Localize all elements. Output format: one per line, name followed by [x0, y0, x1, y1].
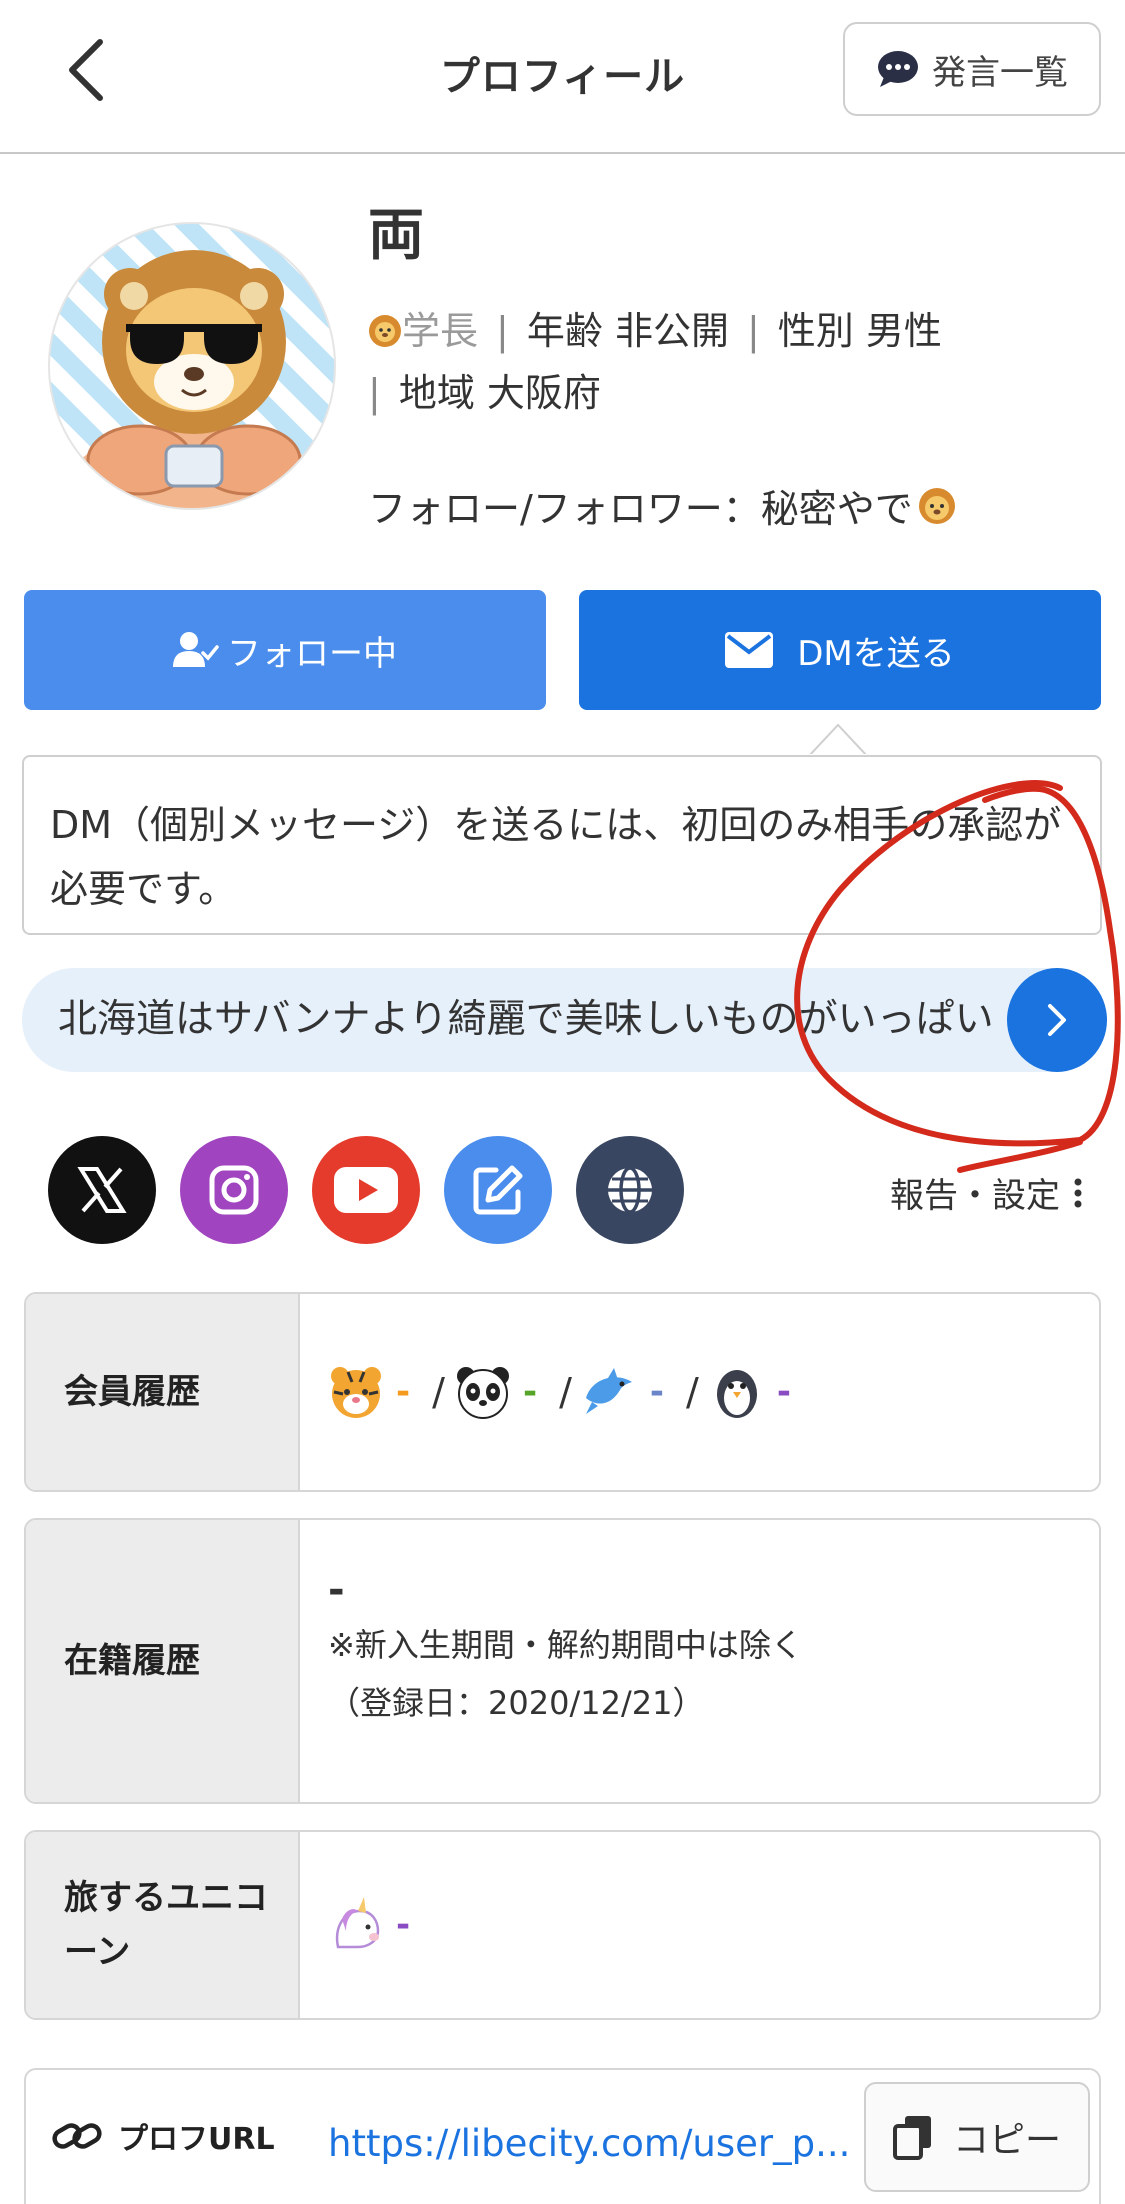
more-vertical-icon: [1074, 1178, 1082, 1207]
posts-list-button[interactable]: 発言一覧: [843, 22, 1101, 116]
user-name: 両: [368, 203, 424, 268]
profile-url-label-group: プロフURL: [52, 2114, 275, 2158]
profile-url-label: プロフURL: [118, 2122, 275, 2157]
membership-history-row: 会員履歴 - / - / - / -: [24, 1292, 1101, 1492]
enrollment-history-value: - ※新入生期間・解約期間中は除く （登録日：2020/12/21）: [300, 1520, 1099, 1802]
dolphin-icon: [585, 1368, 632, 1414]
profile-url-row: プロフURL https://libecity.com/user_p... コピ…: [24, 2068, 1101, 2204]
chevron-left-icon: [69, 39, 103, 101]
report-settings-button[interactable]: 報告・設定: [890, 1168, 1082, 1217]
follow-info: フォロー/フォロワー：秘密やで: [368, 478, 957, 533]
traveling-unicorn-dash: -: [396, 1905, 411, 1945]
avatar[interactable]: [48, 222, 336, 510]
traveling-unicorn-value: -: [300, 1832, 1099, 2018]
region-label: 地域: [398, 371, 475, 415]
note-link[interactable]: [444, 1136, 552, 1244]
membership-history-label: 会員履歴: [26, 1294, 300, 1490]
enrollment-history-row: 在籍履歴 - ※新入生期間・解約期間中は除く （登録日：2020/12/21）: [24, 1518, 1101, 1804]
instagram-icon: [209, 1165, 259, 1215]
instagram-link[interactable]: [180, 1136, 288, 1244]
report-settings-label: 報告・設定: [890, 1176, 1060, 1216]
posts-button-label: 発言一覧: [932, 52, 1068, 93]
globe-icon: [608, 1166, 652, 1214]
dm-button-label: DMを送る: [797, 633, 955, 674]
age-label: 年齢: [526, 309, 603, 353]
gender-value: 男性: [865, 309, 942, 353]
follow-button-label: フォロー中: [227, 633, 397, 674]
lion-avatar-icon: [68, 250, 320, 508]
region-value: 大阪府: [486, 371, 601, 415]
enrollment-history-dash: -: [328, 1567, 345, 1613]
membership-item-3: -: [649, 1372, 664, 1412]
app-header: プロフィール 発言一覧: [0, 0, 1125, 154]
copy-icon: [892, 2116, 931, 2160]
lion-emoji-icon: [918, 487, 955, 524]
red-circle-annotation: [794, 780, 1121, 1173]
unicorn-icon: [335, 1897, 380, 1949]
copy-url-button[interactable]: コピー: [864, 2082, 1090, 2192]
membership-item-1: -: [396, 1372, 411, 1412]
x-icon: [77, 1167, 127, 1213]
lion-badge-icon: [369, 315, 401, 347]
copy-button-label: コピー: [952, 2120, 1061, 2161]
edit-note-icon: [473, 1165, 523, 1215]
membership-item-2: -: [522, 1372, 538, 1412]
follow-button[interactable]: フォロー中: [24, 590, 546, 710]
tooltip-pointer: [808, 723, 868, 757]
link-icon: [52, 2123, 102, 2149]
rank-label: 学長: [402, 309, 479, 353]
registration-date: （登録日：2020/12/21）: [328, 1684, 705, 1722]
follow-info-text: フォロー/フォロワー：秘密やで: [368, 487, 913, 531]
tiger-icon: [331, 1367, 381, 1418]
penguin-icon: [716, 1370, 757, 1418]
membership-item-4: -: [776, 1372, 791, 1412]
membership-history-value: - / - / - / -: [300, 1294, 1099, 1490]
youtube-link[interactable]: [312, 1136, 420, 1244]
enrollment-history-note: ※新入生期間・解約期間中は除く: [328, 1626, 803, 1664]
gender-label: 性別: [777, 309, 854, 353]
chat-bubble-icon: [878, 51, 918, 87]
profile-meta: 学長 | 年齢 非公開 | 性別 男性 | 地域 大阪府: [368, 309, 942, 415]
envelope-icon: [725, 632, 774, 668]
profile-url-link[interactable]: https://libecity.com/user_p...: [328, 2122, 868, 2165]
enrollment-history-label: 在籍履歴: [26, 1520, 300, 1802]
panda-icon: [456, 1367, 509, 1419]
user-check-icon: [173, 632, 219, 667]
age-value: 非公開: [614, 309, 729, 353]
traveling-unicorn-label: 旅するユニコーン: [26, 1832, 300, 2018]
youtube-icon: [334, 1167, 398, 1213]
back-button[interactable]: [56, 30, 116, 110]
send-dm-button[interactable]: DMを送る: [579, 590, 1101, 710]
x-link[interactable]: [48, 1136, 156, 1244]
website-link[interactable]: [576, 1136, 684, 1244]
traveling-unicorn-row: 旅するユニコーン -: [24, 1830, 1101, 2020]
